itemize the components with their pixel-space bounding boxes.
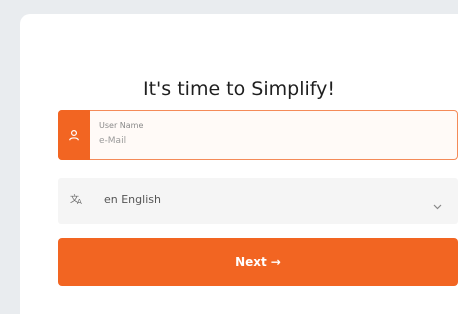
next-button-label: Next — [235, 255, 267, 269]
arrow-right-icon: → — [270, 255, 281, 269]
language-select[interactable]: 文 A en English — [58, 178, 458, 224]
page-title: It's time to Simplify! — [143, 78, 335, 100]
language-value: en English — [104, 193, 161, 206]
user-icon — [57, 109, 90, 160]
username-input[interactable] — [97, 133, 401, 149]
login-card: It's time to Simplify! User Name 文 A en … — [20, 14, 458, 314]
username-field[interactable]: User Name — [57, 109, 458, 160]
translate-icon: 文 A — [70, 193, 84, 208]
username-label: User Name — [99, 121, 144, 130]
chevron-down-icon — [433, 195, 442, 214]
next-button[interactable]: Next → — [58, 238, 458, 286]
svg-text:A: A — [77, 198, 82, 205]
